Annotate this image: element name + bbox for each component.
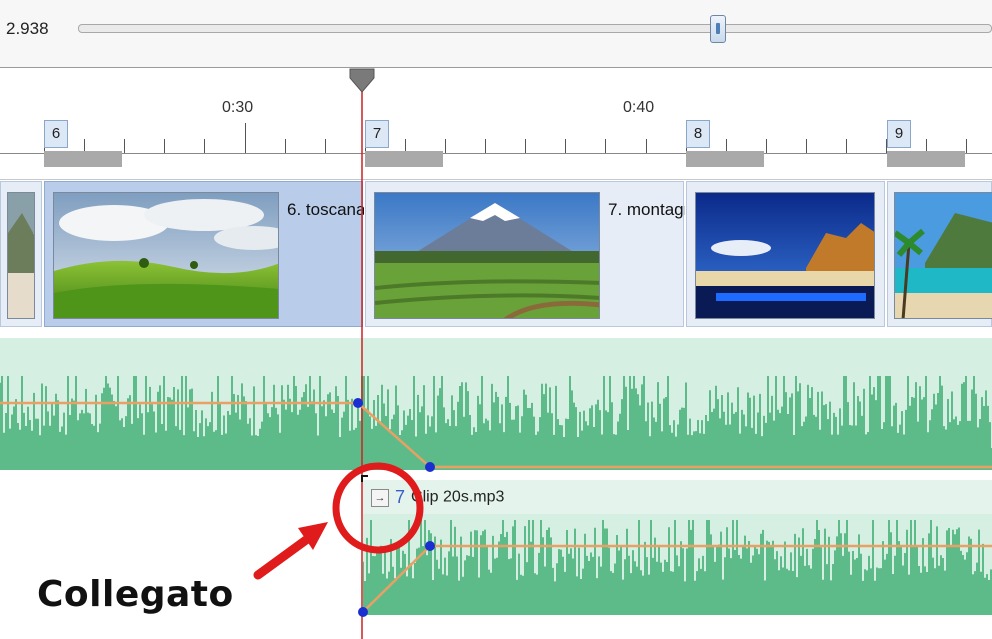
volume-keyframe bbox=[353, 398, 363, 408]
volume-keyframe bbox=[425, 541, 435, 551]
volume-envelope bbox=[362, 544, 992, 613]
link-bracket bbox=[361, 475, 368, 482]
volume-keyframe bbox=[358, 607, 368, 617]
volume-keyframe bbox=[425, 462, 435, 472]
playhead-handle bbox=[349, 68, 375, 93]
highlight-circle bbox=[332, 462, 424, 554]
red-arrow-icon bbox=[253, 522, 328, 580]
timeline-overlay bbox=[0, 68, 992, 639]
volume-envelope bbox=[0, 401, 992, 469]
annotation-label: Collegato bbox=[37, 574, 234, 615]
